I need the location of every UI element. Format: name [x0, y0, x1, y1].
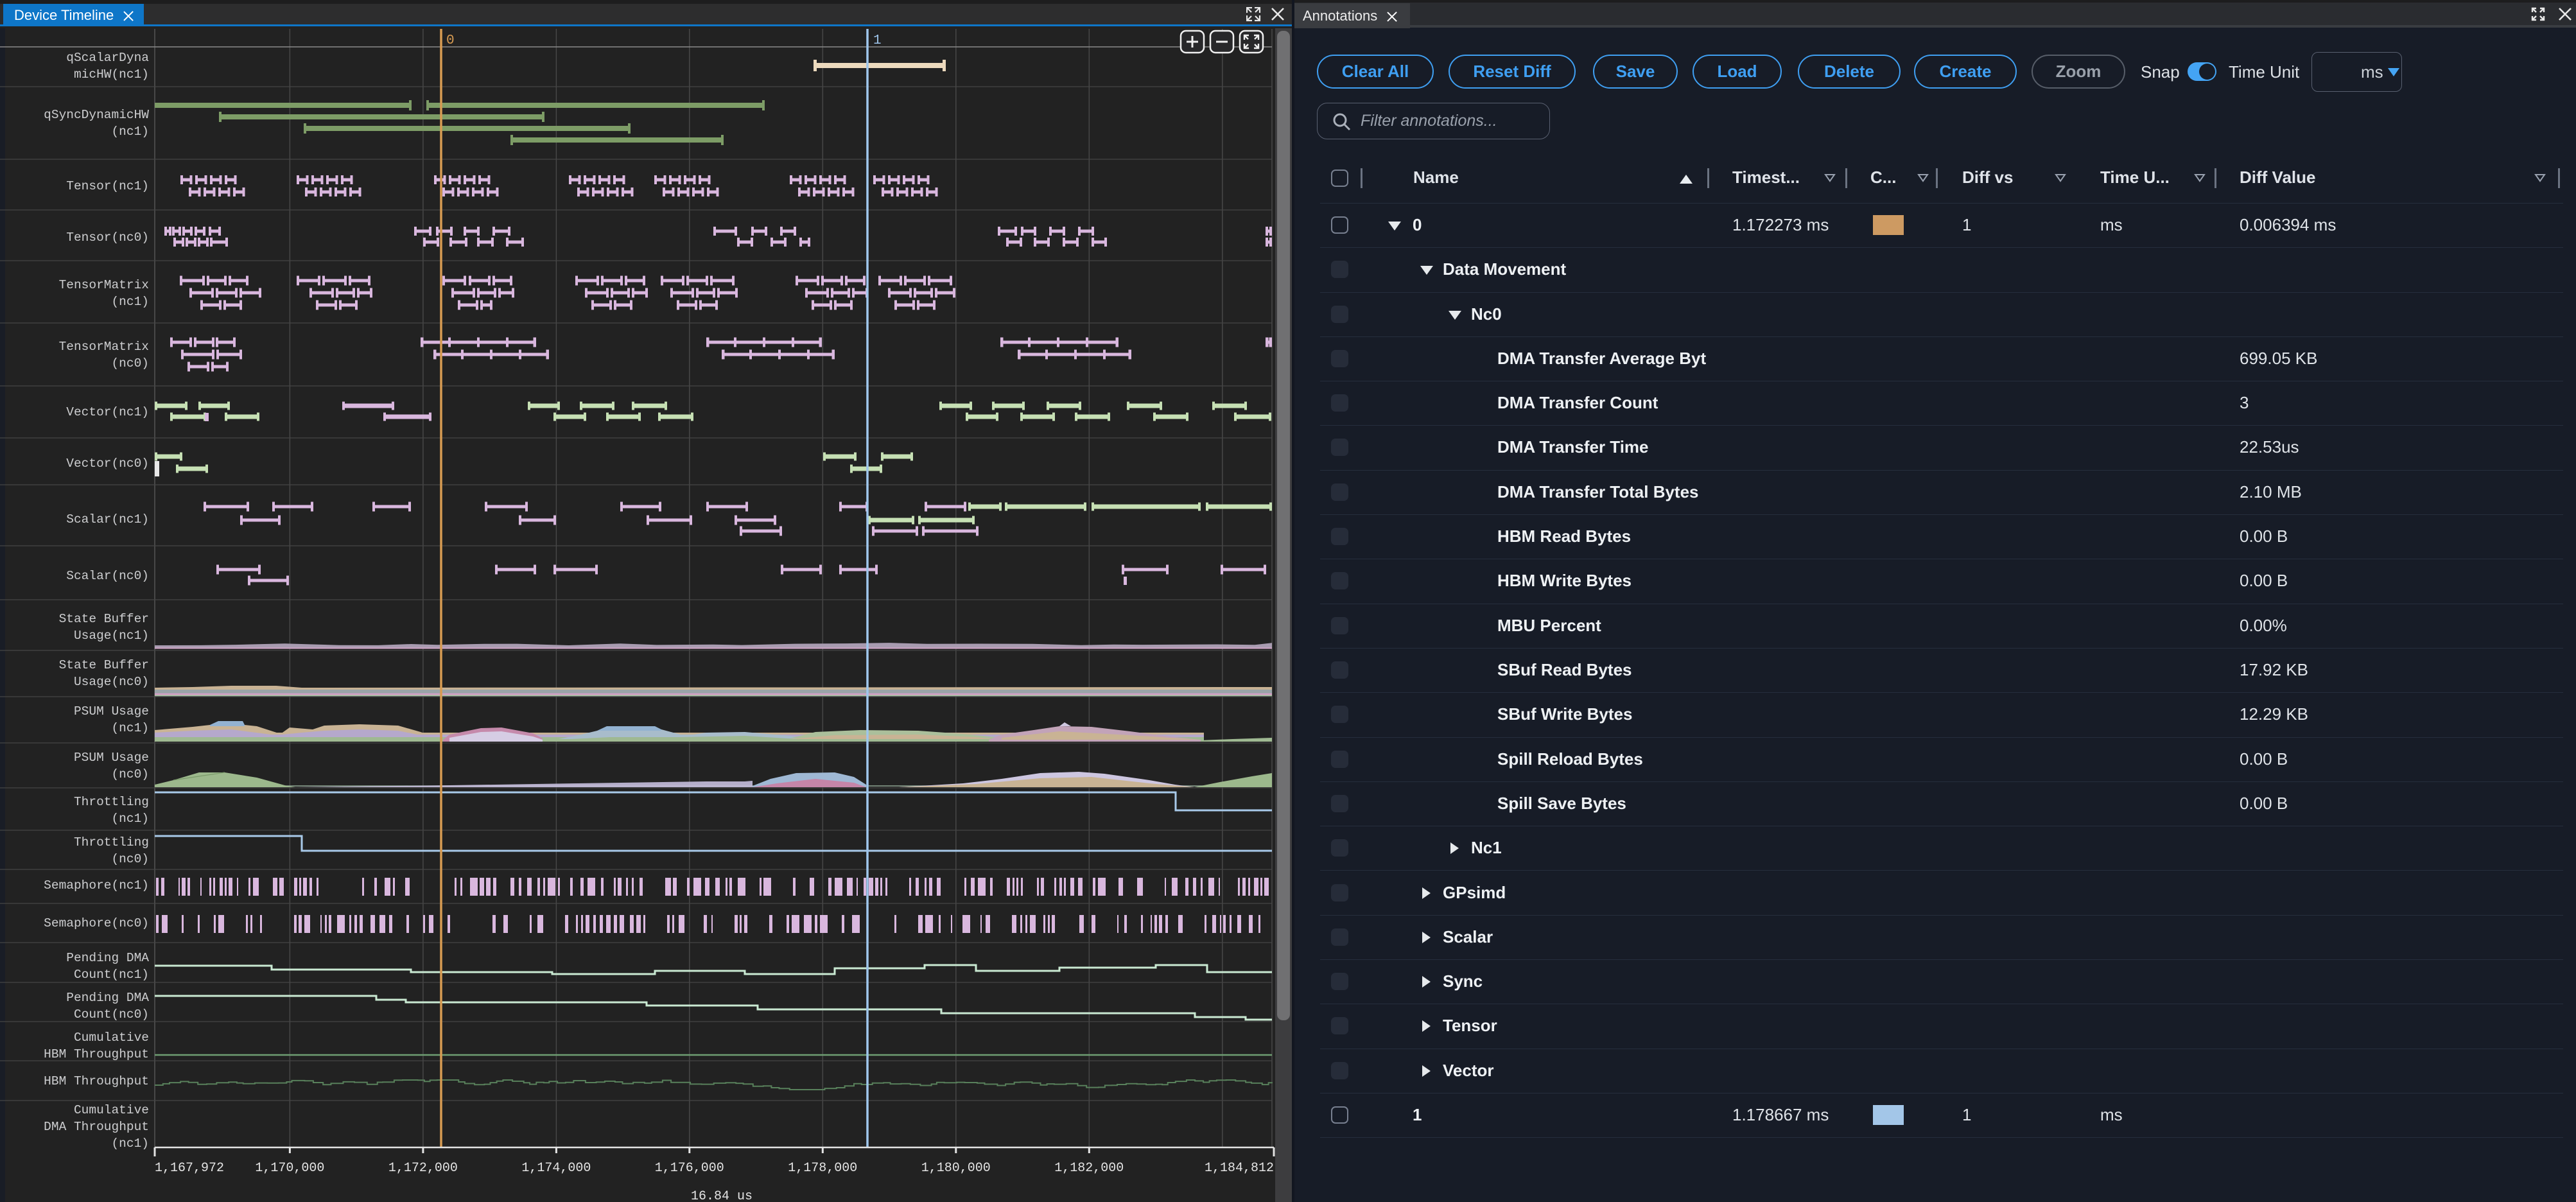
- svg-text:1,176,000: 1,176,000: [655, 1161, 724, 1176]
- svg-text:Semaphore(nc0): Semaphore(nc0): [44, 916, 149, 930]
- svg-text:State Buffer: State Buffer: [59, 612, 149, 626]
- svg-text:qScalarDyna: qScalarDyna: [66, 51, 149, 65]
- svg-text:Pending DMA: Pending DMA: [66, 991, 149, 1005]
- svg-text:Usage(nc1): Usage(nc1): [74, 629, 149, 643]
- svg-text:Usage(nc0): Usage(nc0): [74, 675, 149, 689]
- svg-text:1,178,000: 1,178,000: [788, 1161, 857, 1176]
- svg-text:(nc1): (nc1): [111, 295, 149, 309]
- svg-text:Count(nc0): Count(nc0): [74, 1007, 149, 1022]
- svg-text:1,167,972: 1,167,972: [155, 1161, 224, 1176]
- svg-text:1,184,812: 1,184,812: [1205, 1161, 1274, 1176]
- svg-text:HBM Throughput: HBM Throughput: [44, 1047, 149, 1061]
- svg-text:TensorMatrix: TensorMatrix: [59, 340, 149, 354]
- svg-text:Throttling: Throttling: [74, 795, 149, 809]
- svg-text:(nc0): (nc0): [111, 767, 149, 781]
- svg-text:Scalar(nc1): Scalar(nc1): [66, 512, 149, 527]
- svg-text:Vector(nc1): Vector(nc1): [66, 405, 149, 419]
- svg-text:micHW(nc1): micHW(nc1): [74, 67, 149, 82]
- svg-text:(nc1): (nc1): [111, 812, 149, 826]
- svg-text:Vector(nc0): Vector(nc0): [66, 457, 149, 471]
- svg-text:Tensor(nc0): Tensor(nc0): [66, 231, 149, 245]
- svg-text:Cumulative: Cumulative: [74, 1103, 149, 1117]
- svg-text:1,182,000: 1,182,000: [1054, 1161, 1124, 1176]
- svg-text:0: 0: [446, 33, 455, 48]
- svg-text:1,170,000: 1,170,000: [255, 1161, 324, 1176]
- svg-text:1,172,000: 1,172,000: [388, 1161, 458, 1176]
- svg-text:(nc1): (nc1): [111, 721, 149, 735]
- svg-text:Pending DMA: Pending DMA: [66, 951, 149, 965]
- svg-text:Throttling: Throttling: [74, 835, 149, 849]
- svg-text:HBM Throughput: HBM Throughput: [44, 1074, 149, 1088]
- svg-text:Cumulative: Cumulative: [74, 1031, 149, 1045]
- svg-text:1,174,000: 1,174,000: [521, 1161, 591, 1176]
- svg-text:(nc0): (nc0): [111, 852, 149, 866]
- svg-text:(nc0): (nc0): [111, 356, 149, 370]
- svg-text:State Buffer: State Buffer: [59, 658, 149, 672]
- svg-text:qSyncDynamicHW: qSyncDynamicHW: [44, 108, 149, 122]
- svg-text:(nc1): (nc1): [111, 125, 149, 139]
- svg-text:PSUM Usage: PSUM Usage: [74, 751, 149, 765]
- svg-text:DMA Throughput: DMA Throughput: [44, 1120, 149, 1134]
- svg-text:1: 1: [873, 33, 882, 48]
- svg-text:TensorMatrix: TensorMatrix: [59, 278, 149, 292]
- svg-text:Tensor(nc1): Tensor(nc1): [66, 179, 149, 193]
- svg-text:PSUM Usage: PSUM Usage: [74, 704, 149, 719]
- svg-text:(nc1): (nc1): [111, 1137, 149, 1151]
- svg-text:1,180,000: 1,180,000: [921, 1161, 991, 1176]
- svg-text:Count(nc1): Count(nc1): [74, 968, 149, 982]
- svg-text:16.84 us: 16.84 us: [691, 1189, 753, 1202]
- svg-text:Semaphore(nc1): Semaphore(nc1): [44, 878, 149, 893]
- svg-text:Scalar(nc0): Scalar(nc0): [66, 569, 149, 583]
